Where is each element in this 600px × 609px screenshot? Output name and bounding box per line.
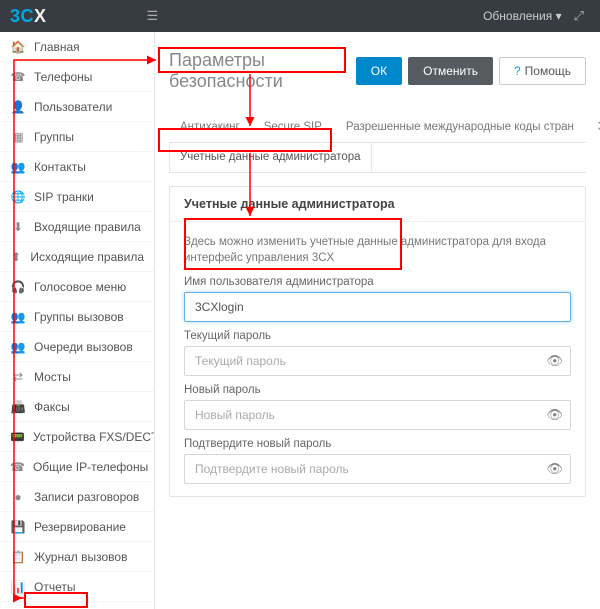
chart-icon: 📊 <box>10 580 26 594</box>
sidebar-item-chat-log[interactable]: 📋Журнал чатов <box>0 602 154 609</box>
sidebar: 🏠 Главная ☎ Телефоны 👤 Пользователи ▦ Группы… <box>0 32 155 609</box>
queue-icon: 👥 <box>10 340 26 354</box>
sidebar-item-label: Общие IP-телефоны <box>33 460 148 474</box>
contacts-icon: 👥 <box>10 160 26 174</box>
sidebar-item-label: Группы <box>34 130 74 144</box>
sidebar-item-label: Группы вызовов <box>34 310 124 324</box>
headset-icon: 🎧 <box>10 280 26 294</box>
record-icon: ● <box>10 490 26 504</box>
sidebar-item-ivr[interactable]: 🎧 Голосовое меню <box>0 272 154 302</box>
eye-icon[interactable]: 👁 <box>546 407 563 423</box>
sidebar-item-backup[interactable]: 💾 Резервирование <box>0 512 154 542</box>
tab-bar-row2: Учетные данные администратора <box>169 142 586 173</box>
eye-icon[interactable]: 👁 <box>546 461 563 477</box>
question-icon: ? <box>514 64 521 78</box>
eye-icon[interactable]: 👁 <box>546 353 563 369</box>
phone-icon: ☎ <box>10 70 26 84</box>
user-icon: 👤 <box>10 100 26 114</box>
sidebar-item-call-log[interactable]: 📋 Журнал вызовов <box>0 542 154 572</box>
chevron-down-icon: ▾ <box>556 9 562 23</box>
sidebar-item-label: Журнал вызовов <box>34 550 127 564</box>
sidebar-item-label: Контакты <box>34 160 86 174</box>
globe-icon: 🌐 <box>10 190 26 204</box>
admin-username-input[interactable] <box>184 292 571 322</box>
logo: 3CX <box>10 6 47 27</box>
tab-antihacking[interactable]: Антихакинг <box>169 112 251 142</box>
sidebar-item-label: Резервирование <box>34 520 126 534</box>
sidebar-item-contacts[interactable]: 👥 Контакты <box>0 152 154 182</box>
panel-description: Здесь можно изменить учетные данные адми… <box>184 234 571 266</box>
current-password-label: Текущий пароль <box>184 330 571 342</box>
sidebar-item-groups[interactable]: ▦ Группы <box>0 122 154 152</box>
log-icon: 📋 <box>10 550 26 564</box>
sidebar-item-queues[interactable]: 👥 Очереди вызовов <box>0 332 154 362</box>
sidebar-item-ip-phones[interactable]: ☎ Общие IP-телефоны <box>0 452 154 482</box>
sidebar-item-label: Факсы <box>34 400 70 414</box>
upload-icon: ⬆ <box>10 250 22 264</box>
confirm-password-label: Подтвердите новый пароль <box>184 438 571 450</box>
sidebar-item-call-groups[interactable]: 👥 Группы вызовов <box>0 302 154 332</box>
sidebar-item-fxs-dect[interactable]: 📟 Устройства FXS/DECT <box>0 422 154 452</box>
cancel-button[interactable]: Отменить <box>408 57 493 85</box>
sidebar-item-label: Очереди вызовов <box>34 340 133 354</box>
expand-icon[interactable]: ⤢ <box>574 8 584 24</box>
sidebar-item-label: Записи разговоров <box>34 490 139 504</box>
sidebar-item-inbound-rules[interactable]: ⬇ Входящие правила <box>0 212 154 242</box>
sidebar-item-label: SIP транки <box>34 190 94 204</box>
tab-3cx-tunnel[interactable]: 3CX Tunnel <box>587 112 600 142</box>
sidebar-item-recordings[interactable]: ● Записи разговоров <box>0 482 154 512</box>
fax-icon: 📠 <box>10 400 26 414</box>
sidebar-item-label: Пользователи <box>34 100 112 114</box>
sidebar-item-bridges[interactable]: ⇄ Мосты <box>0 362 154 392</box>
main-content: Параметры безопасности ОК Отменить ?Помо… <box>155 32 600 609</box>
sidebar-item-outbound-rules[interactable]: ⬆ Исходящие правила <box>0 242 154 272</box>
sidebar-item-label: Главная <box>34 40 80 54</box>
tab-secure-sip[interactable]: Secure SIP <box>253 112 333 142</box>
tab-admin-credentials[interactable]: Учетные данные администратора <box>169 142 372 172</box>
new-password-input[interactable] <box>184 400 571 430</box>
tab-country-codes[interactable]: Разрешенные международные коды стран <box>335 112 585 142</box>
sidebar-item-label: Входящие правила <box>34 220 141 234</box>
device-icon: 📟 <box>10 430 25 444</box>
current-password-input[interactable] <box>184 346 571 376</box>
phone-icon: ☎ <box>10 460 25 474</box>
sidebar-item-fax[interactable]: 📠 Факсы <box>0 392 154 422</box>
sidebar-item-label: Голосовое меню <box>34 280 126 294</box>
sidebar-item-reports[interactable]: 📊 Отчеты <box>0 572 154 602</box>
sidebar-item-label: Отчеты <box>34 580 75 594</box>
save-icon: 💾 <box>10 520 26 534</box>
ok-button[interactable]: ОК <box>356 57 402 85</box>
sidebar-item-home[interactable]: 🏠 Главная <box>0 32 154 62</box>
bridge-icon: ⇄ <box>10 370 26 384</box>
sidebar-item-label: Мосты <box>34 370 71 384</box>
download-icon: ⬇ <box>10 220 26 234</box>
tab-bar: Антихакинг Secure SIP Разрешенные междун… <box>169 112 586 143</box>
group-icon: 👥 <box>10 310 26 324</box>
help-button[interactable]: ?Помощь <box>499 57 586 85</box>
admin-credentials-panel: Учетные данные администратора Здесь можн… <box>169 186 586 497</box>
sidebar-item-label: Исходящие правила <box>30 250 144 264</box>
home-icon: 🏠 <box>10 40 26 54</box>
new-password-label: Новый пароль <box>184 384 571 396</box>
page-title: Параметры безопасности <box>169 50 350 92</box>
sidebar-item-phones[interactable]: ☎ Телефоны <box>0 62 154 92</box>
confirm-password-input[interactable] <box>184 454 571 484</box>
topbar: 3CX ☰ Обновления ▾ ⤢ <box>0 0 600 32</box>
menu-toggle-icon[interactable]: ☰ <box>147 8 159 24</box>
updates-link[interactable]: Обновления ▾ <box>483 9 562 23</box>
sidebar-item-sip-trunks[interactable]: 🌐 SIP транки <box>0 182 154 212</box>
grid-icon: ▦ <box>10 130 26 144</box>
admin-username-label: Имя пользователя администратора <box>184 276 571 288</box>
panel-title: Учетные данные администратора <box>170 187 585 222</box>
sidebar-item-users[interactable]: 👤 Пользователи <box>0 92 154 122</box>
sidebar-item-label: Телефоны <box>34 70 92 84</box>
sidebar-item-label: Устройства FXS/DECT <box>33 430 155 444</box>
